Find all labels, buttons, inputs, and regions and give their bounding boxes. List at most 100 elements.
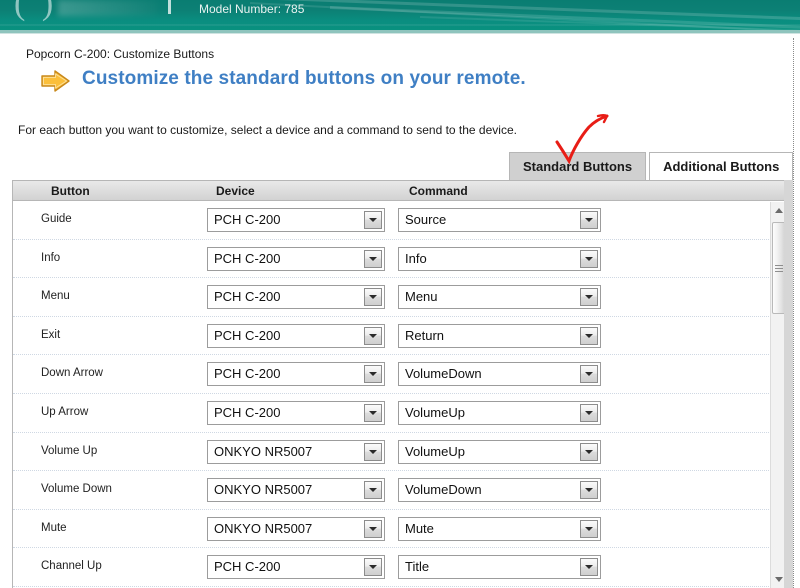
breadcrumb: Popcorn C-200: Customize Buttons (26, 47, 215, 61)
command-select[interactable]: VolumeDown (398, 478, 601, 503)
device-select-value: PCH C-200 (214, 327, 281, 343)
chevron-down-icon[interactable] (580, 288, 598, 307)
device-select[interactable]: ONKYO NR5007 (207, 478, 385, 503)
chevron-down-icon[interactable] (364, 442, 382, 461)
triangle-up-icon (775, 208, 783, 213)
table-row: Channel Up PCH C-200 Title (13, 548, 787, 587)
table-row: Up Arrow PCH C-200 VolumeUp (13, 394, 787, 433)
chevron-down-icon[interactable] (580, 326, 598, 345)
device-select[interactable]: PCH C-200 (207, 555, 385, 580)
device-select-value: PCH C-200 (214, 404, 281, 420)
table-header-row: Button Device Command (13, 181, 787, 201)
table-row: Volume Up ONKYO NR5007 VolumeUp (13, 433, 787, 472)
grip-icon (775, 263, 783, 274)
command-select-value: Title (405, 559, 430, 575)
command-select[interactable]: VolumeUp (398, 400, 601, 425)
device-select-value: PCH C-200 (214, 559, 281, 575)
tab-standard-buttons[interactable]: Standard Buttons (509, 152, 647, 180)
button-name-label: Down Arrow (41, 367, 103, 380)
device-select[interactable]: PCH C-200 (207, 285, 385, 310)
table-row: Down Arrow PCH C-200 VolumeDown (13, 355, 787, 394)
chevron-down-icon[interactable] (364, 326, 382, 345)
command-select[interactable]: Menu (398, 285, 601, 310)
chevron-down-icon[interactable] (580, 249, 598, 268)
brand-logo-icon: ( ) (14, 0, 58, 22)
chevron-down-icon[interactable] (580, 442, 598, 461)
right-edge-shade (784, 180, 793, 588)
chevron-down-icon[interactable] (580, 403, 598, 422)
device-select-value: PCH C-200 (214, 212, 281, 227)
command-select[interactable]: Title (398, 555, 601, 580)
chevron-down-icon[interactable] (580, 211, 598, 229)
button-name-label: Menu (41, 290, 70, 303)
banner-underline-soft (0, 33, 800, 34)
device-select-value: ONKYO NR5007 (214, 443, 313, 459)
chevron-down-icon[interactable] (364, 519, 382, 538)
chevron-down-icon[interactable] (580, 481, 598, 500)
command-select-value: Mute (405, 520, 434, 536)
command-select[interactable]: Source (398, 208, 601, 232)
command-select-value: Return (405, 327, 445, 343)
buttons-table-body: Guide PCH C-200 Source Info PCH C-200 In… (13, 201, 787, 587)
triangle-down-icon (775, 577, 783, 582)
command-select[interactable]: Return (398, 323, 601, 348)
button-name-label: Volume Down (41, 483, 112, 496)
chevron-down-icon[interactable] (364, 288, 382, 307)
device-select[interactable]: PCH C-200 (207, 362, 385, 387)
command-select-value: VolumeDown (405, 366, 482, 382)
table-row: Mute ONKYO NR5007 Mute (13, 510, 787, 549)
table-row: Exit PCH C-200 Return (13, 317, 787, 356)
table-row: Info PCH C-200 Info (13, 240, 787, 279)
command-select-value: Menu (405, 289, 438, 305)
table-row: Menu PCH C-200 Menu (13, 278, 787, 317)
chevron-down-icon[interactable] (364, 211, 382, 229)
device-select-value: PCH C-200 (214, 250, 281, 266)
device-select[interactable]: PCH C-200 (207, 208, 385, 232)
app-banner: ( ) Model Number: 785 (0, 0, 800, 30)
column-header-button: Button (51, 184, 90, 198)
button-name-label: Channel Up (41, 560, 102, 573)
table-row: Volume Down ONKYO NR5007 VolumeDown (13, 471, 787, 510)
button-name-label: Info (41, 251, 61, 264)
device-select[interactable]: ONKYO NR5007 (207, 439, 385, 464)
device-select[interactable]: PCH C-200 (207, 400, 385, 425)
chevron-down-icon[interactable] (580, 365, 598, 384)
chevron-down-icon[interactable] (364, 481, 382, 500)
chevron-down-icon[interactable] (580, 519, 598, 538)
tab-additional-buttons[interactable]: Additional Buttons (649, 152, 794, 180)
device-select-value: ONKYO NR5007 (214, 482, 313, 498)
command-select[interactable]: Info (398, 246, 601, 271)
command-select[interactable]: Mute (398, 516, 601, 541)
button-name-label: Up Arrow (41, 405, 89, 418)
page-edge-guide (793, 38, 794, 588)
right-arrow-icon (40, 69, 72, 93)
command-select-value: VolumeUp (405, 443, 465, 459)
button-name-label: Volume Up (41, 444, 98, 457)
device-select-value: ONKYO NR5007 (214, 520, 313, 536)
page-title: Customize the standard buttons on your r… (82, 68, 526, 89)
command-select-value: Source (405, 212, 447, 227)
chevron-down-icon[interactable] (364, 403, 382, 422)
button-name-label: Guide (41, 213, 72, 225)
button-name-label: Exit (41, 328, 61, 341)
buttons-table-panel: Button Device Command Guide PCH C-200 So… (12, 180, 788, 588)
command-select-value: VolumeUp (405, 404, 465, 420)
intro-text: For each button you want to customize, s… (18, 123, 517, 137)
command-select-value: Info (405, 250, 427, 266)
device-select-value: PCH C-200 (214, 289, 281, 305)
command-select[interactable]: VolumeDown (398, 362, 601, 387)
button-name-label: Mute (41, 521, 67, 534)
device-select[interactable]: PCH C-200 (207, 246, 385, 271)
chevron-down-icon[interactable] (580, 558, 598, 577)
page-root: ( ) Model Number: 785 Popcorn C-200: Cus… (0, 0, 800, 588)
command-select-value: VolumeDown (405, 482, 482, 498)
chevron-down-icon[interactable] (364, 558, 382, 577)
command-select[interactable]: VolumeUp (398, 439, 601, 464)
column-header-command: Command (409, 184, 468, 198)
column-header-device: Device (216, 184, 255, 198)
chevron-down-icon[interactable] (364, 365, 382, 384)
device-select[interactable]: PCH C-200 (207, 323, 385, 348)
tab-bar: Standard Buttons Additional Buttons (509, 152, 794, 180)
device-select[interactable]: ONKYO NR5007 (207, 516, 385, 541)
chevron-down-icon[interactable] (364, 249, 382, 268)
